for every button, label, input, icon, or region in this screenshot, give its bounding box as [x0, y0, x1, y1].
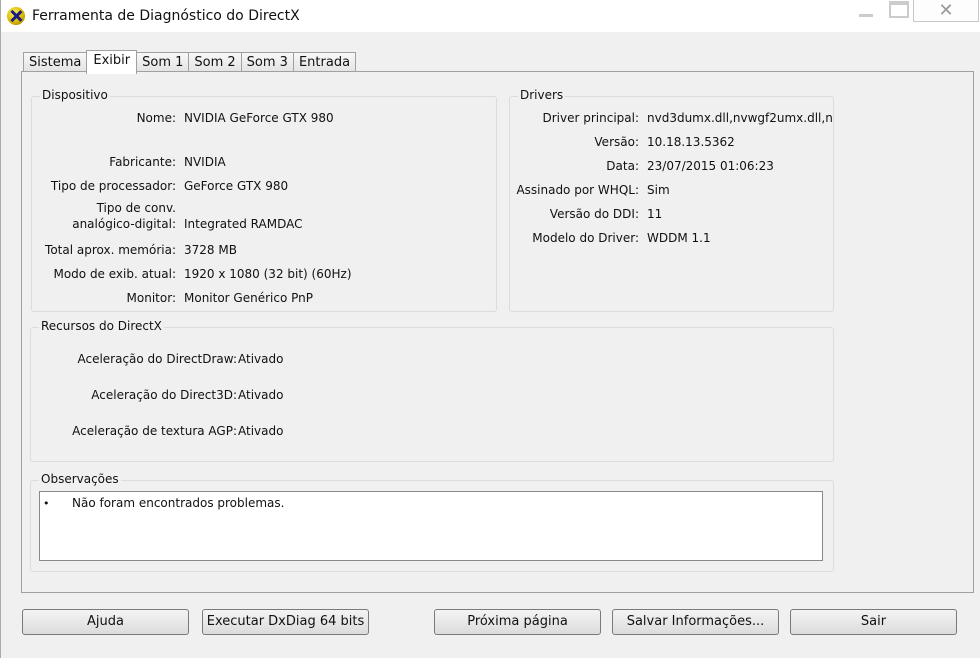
- driver-main-label: Driver principal:: [542, 111, 639, 125]
- exit-button[interactable]: Sair: [790, 609, 957, 635]
- drivers-group-title: Drivers: [518, 88, 566, 102]
- maximize-button[interactable]: [883, 0, 911, 22]
- driver-version-value: 10.18.13.5362: [647, 135, 735, 149]
- tab-strip: Sistema Exibir Som 1 Som 2 Som 3 Entrada: [23, 50, 357, 74]
- device-manufacturer-label: Fabricante:: [109, 155, 176, 169]
- directx-app-icon: [7, 7, 25, 25]
- device-mode-value: 1920 x 1080 (32 bit) (60Hz): [184, 267, 352, 281]
- close-button[interactable]: ✕: [913, 0, 979, 22]
- tab-entrada[interactable]: Entrada: [292, 52, 357, 73]
- device-chip-value: GeForce GTX 980: [184, 179, 289, 193]
- device-group: Dispositivo Nome: NVIDIA GeForce GTX 980…: [31, 88, 497, 312]
- driver-ddi-value: 11: [647, 207, 663, 221]
- device-memory-label: Total aprox. memória:: [45, 243, 176, 257]
- directdraw-accel-value: Ativado: [238, 352, 284, 366]
- save-info-button[interactable]: Salvar Informações...: [612, 609, 779, 635]
- driver-main-value: nvd3dumx.dll,nvwgf2umx.dll,nv: [647, 111, 833, 125]
- directx-features-title: Recursos do DirectX: [39, 319, 164, 333]
- tab-som-1[interactable]: Som 1: [136, 52, 190, 73]
- window-title: Ferramenta de Diagnóstico do DirectX: [32, 8, 300, 24]
- dxdiag-window: Ferramenta de Diagnóstico do DirectX ✕ S…: [0, 0, 980, 658]
- title-bar[interactable]: Ferramenta de Diagnóstico do DirectX ✕: [1, 0, 980, 32]
- driver-whql-label: Assinado por WHQL:: [516, 183, 639, 197]
- device-monitor-label: Monitor:: [126, 291, 176, 305]
- device-group-title: Dispositivo: [40, 88, 110, 102]
- device-memory-value: 3728 MB: [184, 243, 237, 257]
- device-manufacturer-value: NVIDIA: [184, 155, 226, 169]
- device-dac-value: Integrated RAMDAC: [184, 217, 303, 231]
- driver-model-label: Modelo do Driver:: [532, 231, 639, 245]
- notes-text: Não foram encontrados problemas.: [72, 496, 285, 510]
- directx-features-group: Recursos do DirectX Aceleração do Direct…: [30, 319, 834, 462]
- notes-textbox[interactable]: • Não foram encontrados problemas.: [39, 491, 823, 561]
- driver-model-value: WDDM 1.1: [647, 231, 711, 245]
- agp-texture-accel-value: Ativado: [238, 424, 284, 438]
- notes-bullet: •: [43, 497, 50, 510]
- driver-version-label: Versão:: [594, 135, 639, 149]
- device-name-value: NVIDIA GeForce GTX 980: [184, 111, 334, 125]
- minimize-button[interactable]: [849, 0, 883, 22]
- tab-sistema[interactable]: Sistema: [23, 52, 88, 73]
- tab-som-3[interactable]: Som 3: [240, 52, 294, 73]
- tab-exibir[interactable]: Exibir: [86, 50, 138, 74]
- direct3d-accel-value: Ativado: [238, 388, 284, 402]
- run-64bit-dxdiag-button[interactable]: Executar DxDiag 64 bits: [202, 609, 369, 635]
- device-chip-label: Tipo de processador:: [50, 179, 176, 193]
- device-mode-label: Modo de exib. atual:: [53, 267, 176, 281]
- drivers-group: Drivers Driver principal: nvd3dumx.dll,n…: [509, 88, 834, 312]
- tab-panel-exibir: Dispositivo Nome: NVIDIA GeForce GTX 980…: [21, 71, 974, 593]
- driver-whql-value: Sim: [647, 183, 670, 197]
- device-dac-label-line2: analógico-digital:: [72, 217, 176, 231]
- tab-som-2[interactable]: Som 2: [188, 52, 242, 73]
- next-page-button[interactable]: Próxima página: [434, 609, 601, 635]
- device-name-label: Nome:: [136, 111, 176, 125]
- driver-date-label: Data:: [606, 159, 639, 173]
- device-dac-label-line1: Tipo de conv.: [96, 201, 176, 215]
- device-monitor-value: Monitor Genérico PnP: [184, 291, 313, 305]
- notes-group-title: Observações: [39, 472, 121, 486]
- direct3d-accel-label: Aceleração do Direct3D:: [91, 388, 237, 402]
- driver-ddi-label: Versão do DDI:: [549, 207, 639, 221]
- agp-texture-accel-label: Aceleração de textura AGP:: [72, 424, 237, 438]
- notes-group: Observações • Não foram encontrados prob…: [30, 472, 834, 572]
- help-button[interactable]: Ajuda: [22, 609, 189, 635]
- driver-date-value: 23/07/2015 01:06:23: [647, 159, 774, 173]
- directdraw-accel-label: Aceleração do DirectDraw:: [77, 352, 237, 366]
